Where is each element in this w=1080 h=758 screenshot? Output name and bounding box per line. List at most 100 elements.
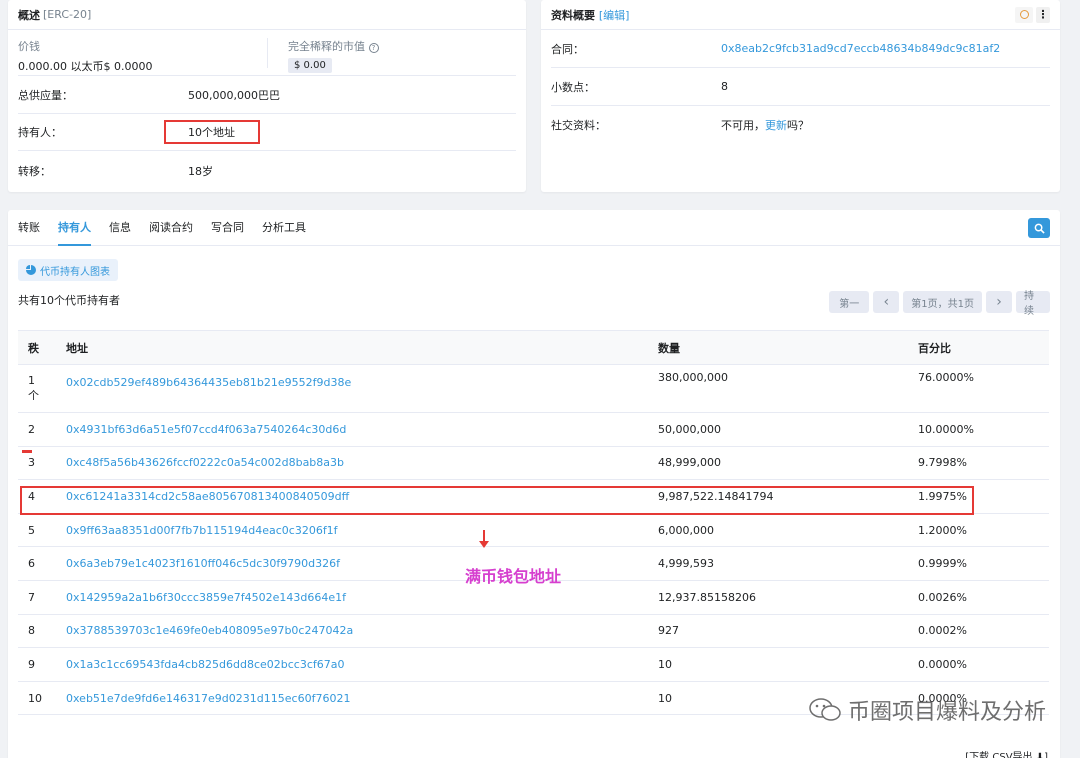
holder-address-link[interactable]: 0x6a3eb79e1c4023f1610ff046c5dc30f9790d32…: [66, 557, 340, 570]
transfers-label: 转移：: [18, 165, 51, 178]
info-icon[interactable]: ?: [368, 43, 379, 53]
holder-address-link[interactable]: 0x4931bf63d6a51e5f07ccd4f063a7540264c30d…: [66, 423, 346, 436]
watermark-text: 币圈项目爆料及分析: [847, 700, 1046, 725]
watermark: 币圈项目爆料及分析: [808, 694, 1046, 726]
rank-cell: 2: [18, 412, 56, 447]
table-row: 5 0x9ff63aa8351d00f7fb7b115194d4eac0c3206…: [18, 513, 1049, 548]
tab-read-contract[interactable]: 阅读合约: [149, 210, 193, 246]
percentage-cell: 76.0000%: [908, 364, 1049, 413]
price-block: 价钱 0.000.00 以太币$ 0.0000: [18, 38, 268, 73]
quantity-cell: 4,999,593: [648, 546, 908, 581]
tab-info[interactable]: 信息: [109, 210, 131, 246]
quantity-cell: 12,937.85158206: [648, 580, 908, 615]
holder-address-link[interactable]: 0x1a3c1cc69543fda4cb825d6dd8ce02bcc3cf67…: [66, 658, 345, 671]
percentage-cell: 0.9999%: [908, 546, 1049, 581]
rank-cell: 8: [18, 614, 56, 649]
csv-download[interactable]: [下载 CSV导出 ⬇]: [965, 748, 1048, 758]
col-percentage[interactable]: 百分比: [908, 330, 1049, 365]
holders-label: 持有人：: [18, 126, 62, 139]
address-cell: 0x4931bf63d6a51e5f07ccd4f063a7540264c30d…: [56, 412, 648, 447]
quantity-cell: 380,000,000: [648, 364, 908, 413]
address-cell: 0x9ff63aa8351d00f7fb7b115194d4eac0c3206f…: [56, 513, 648, 548]
social-text: 不可用，: [721, 119, 765, 132]
percentage-cell: 0.0002%: [908, 614, 1049, 649]
rank-value: 1: [28, 374, 35, 387]
rank-value: 8: [28, 624, 35, 638]
rank-value: 10: [28, 691, 42, 705]
holders-card: 转账 持有人 信息 阅读合约 写合同 分析工具 代币持有人图表 共有10个代币持…: [8, 210, 1060, 758]
mcap-block: 完全稀释的市值 ? $ 0.00: [268, 38, 379, 73]
quantity-cell: 6,000,000: [648, 513, 908, 548]
col-rank: 秩: [18, 330, 56, 365]
supply-value: 500,000,000巴巴: [188, 88, 280, 102]
percentage-cell: 9.7998%: [908, 446, 1049, 481]
rank-value: 5: [28, 523, 35, 537]
next-page-button[interactable]: ›: [986, 291, 1012, 313]
social-row: 社交资料： 不可用，更新吗？: [551, 106, 1050, 144]
rank-cell: 9: [18, 647, 56, 682]
holders-table: 秩 地址 数量 百分比 1 个 0x02cdb529ef489b64364435eb…: [18, 330, 1049, 716]
holder-address-link[interactable]: 0xc48f5a56b43626fccf0222c0a54c002d8bab8a…: [66, 456, 344, 469]
holder-address-link[interactable]: 0x02cdb529ef489b64364435eb81b21e9552f9d3…: [66, 376, 638, 389]
table-row: 3 0xc48f5a56b43626fccf0222c0a54c002d8bab8…: [18, 446, 1049, 481]
decimals-row: 小数点： 8: [551, 68, 1050, 106]
social-text-after: 吗？: [787, 119, 809, 132]
wechat-icon: [809, 698, 841, 721]
overview-header: 概述 [ERC-20]: [8, 0, 526, 30]
social-value: 不可用，更新吗？: [721, 117, 809, 133]
edit-link[interactable]: [编辑]: [599, 9, 630, 22]
tab-transfers[interactable]: 转账: [18, 210, 40, 246]
last-page-button[interactable]: 持续: [1016, 291, 1050, 317]
annotation-text: 满币钱包地址: [465, 567, 562, 586]
circle-icon[interactable]: [1015, 6, 1033, 23]
rank-cell: 10: [18, 681, 56, 716]
address-cell: 0x1a3c1cc69543fda4cb825d6dd8ce02bcc3cf67…: [56, 647, 648, 682]
address-cell: 0xeb51e7de9fd6e146317e9d0231d115ec60f760…: [56, 681, 648, 716]
holder-address-link[interactable]: 0x3788539703c1e469fe0eb408095e97b0c24704…: [66, 624, 353, 637]
tab-holders[interactable]: 持有人: [58, 210, 91, 246]
table-header-row: 秩 地址 数量 百分比: [18, 330, 1049, 365]
overview-card: 概述 [ERC-20] 价钱 0.000.00 以太币$ 0.0000 完全稀释…: [8, 0, 526, 192]
rank-cell: 6: [18, 546, 56, 581]
percentage-cell: 0.0000%: [908, 647, 1049, 682]
tab-write-contract[interactable]: 写合同: [211, 210, 244, 246]
holder-address-link[interactable]: 0xeb51e7de9fd6e146317e9d0231d115ec60f760…: [66, 692, 350, 705]
address-cell: 0x02cdb529ef489b64364435eb81b21e9552f9d3…: [56, 364, 648, 413]
tab-analytics[interactable]: 分析工具: [262, 210, 306, 246]
address-cell: 0xc61241a3314cd2c58ae805670813400840509d…: [56, 479, 648, 514]
more-options-icon[interactable]: ⋮: [1036, 6, 1050, 23]
rank-value: 4: [28, 489, 35, 503]
percentage-cell: 0.0026%: [908, 580, 1049, 615]
contract-label: 合同：: [551, 42, 584, 56]
profile-header: 资料概要 [编辑] ⋮: [541, 0, 1060, 30]
col-address[interactable]: 地址: [56, 330, 648, 365]
table-row: 4 0xc61241a3314cd2c58ae805670813400840509…: [18, 479, 1049, 514]
rank-value: 7: [28, 590, 35, 604]
col-quantity[interactable]: 数量: [648, 330, 908, 365]
price-label: 价钱: [18, 40, 40, 53]
tab-bar: 转账 持有人 信息 阅读合约 写合同 分析工具: [8, 210, 1060, 246]
holder-address-link[interactable]: 0x9ff63aa8351d00f7fb7b115194d4eac0c3206f…: [66, 524, 338, 537]
rank-value: 6: [28, 557, 35, 571]
address-cell: 0xc48f5a56b43626fccf0222c0a54c002d8bab8a…: [56, 446, 648, 481]
red-marker: [22, 450, 32, 453]
pagination: 第一 ‹ 第1页，共1页 › 持续: [825, 291, 1050, 317]
update-link[interactable]: 更新: [765, 119, 787, 132]
price-row: 价钱 0.000.00 以太币$ 0.0000 完全稀释的市值 ? $ 0.00: [18, 30, 516, 76]
mcap-label: 完全稀释的市值 ?: [288, 38, 379, 54]
quantity-cell: 927: [648, 614, 908, 649]
holder-address-link[interactable]: 0xc61241a3314cd2c58ae805670813400840509d…: [66, 490, 349, 503]
supply-row: 总供应量： 500,000,000巴巴: [18, 76, 516, 114]
holder-address-link[interactable]: 0x142959a2a1b6f30ccc3859e7f4502e143d664e…: [66, 591, 346, 604]
quantity-cell: 9,987,522.14841794: [648, 479, 908, 514]
contract-address-link[interactable]: 0x8eab2c9fcb31ad9cd7eccb48634b849dc9c81a…: [721, 42, 1000, 55]
first-page-button[interactable]: 第一: [829, 291, 870, 313]
rank-value: 2: [28, 422, 35, 436]
table-row: 2 0x4931bf63d6a51e5f07ccd4f063a7540264c30…: [18, 412, 1049, 447]
search-button[interactable]: [1028, 218, 1050, 238]
social-label: 社交资料：: [551, 119, 606, 132]
table-row: 9 0x1a3c1cc69543fda4cb825d6dd8ce02bcc3cf6…: [18, 647, 1049, 682]
prev-page-button[interactable]: ‹: [873, 291, 900, 313]
down-arrow-icon: [479, 530, 489, 548]
holders-chart-button[interactable]: 代币持有人图表: [18, 259, 118, 281]
